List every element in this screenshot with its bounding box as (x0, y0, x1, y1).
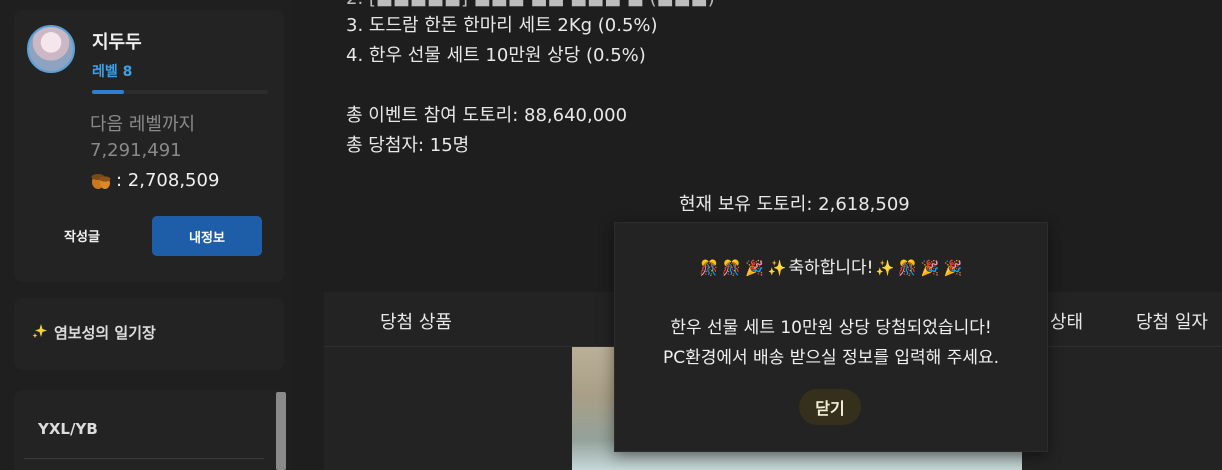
my-posts-button[interactable]: 작성글 (30, 216, 134, 254)
column-header-date: 당첨 일자 (1136, 312, 1208, 333)
sidebar-menu: YXL/YB (14, 390, 284, 470)
username: 지두두 (92, 32, 142, 53)
prize-line-3: 3. 도드람 한돈 한마리 세트 2Kg (0.5%) (346, 15, 658, 36)
confetti-ball-icon: 🎊 (898, 259, 917, 277)
sparkles-icon: ✨ (875, 259, 895, 277)
modal-title-row: 🎊 🎊 🎉 ✨ 축하합니다! ✨ 🎊 🎉 🎉 (615, 253, 1047, 278)
total-acorns: 총 이벤트 참여 도토리: 88,640,000 (346, 105, 628, 126)
sparkles-icon: ✨ (767, 259, 787, 277)
modal-message-prize: 한우 선물 세트 10만원 상당 당첨되었습니다! (670, 318, 992, 338)
prize-line-4: 4. 한우 선물 세트 10만원 상당 (0.5%) (346, 45, 646, 66)
divider (24, 458, 264, 459)
congratulations-modal: 🎊 🎊 🎉 ✨ 축하합니다! ✨ 🎊 🎉 🎉 한우 선물 세트 10만원 상당 당첨되었습니다!… (614, 222, 1048, 452)
sparkles-icon (32, 323, 48, 343)
acorn-count: : 2,708,509 (116, 170, 220, 191)
next-level-value: 7,291,491 (90, 140, 182, 161)
avatar[interactable] (27, 25, 75, 73)
party-popper-icon: 🎉 (745, 259, 764, 277)
level-badge: 레벨 8 (92, 64, 133, 80)
party-popper-icon: 🎉 (920, 259, 940, 277)
acorn-icon (90, 171, 112, 191)
sidebar-item-yxl-yb[interactable]: YXL/YB (38, 420, 98, 438)
acorn-balance: : 2,708,509 (90, 170, 219, 191)
total-winners: 총 당첨자: 15명 (346, 135, 470, 156)
column-header-status: 상태 (1050, 312, 1084, 333)
confetti-ball-icon: 🎊 (722, 259, 742, 277)
sidebar: 지두두 레벨 8 다음 레벨까지 7,291,491 : 2,708,509 작… (0, 0, 290, 470)
prize-line-2: 2. [■■■■■] ■■■ ■■ ■■■ ■ (■■■) (346, 0, 715, 9)
my-info-button[interactable]: 내정보 (152, 216, 262, 256)
close-button[interactable]: 닫기 (799, 389, 861, 425)
next-level-label: 다음 레벨까지 (90, 114, 196, 135)
modal-title: 축하합니다! (788, 258, 874, 278)
level-progress-fill (92, 90, 124, 94)
profile-card: 지두두 레벨 8 다음 레벨까지 7,291,491 : 2,708,509 작… (14, 10, 284, 282)
level-progress-bar (92, 90, 268, 94)
current-balance: 현재 보유 도토리: 2,618,509 (679, 194, 910, 215)
column-header-product: 당첨 상품 (380, 312, 452, 333)
confetti-ball-icon: 🎊 (699, 259, 719, 277)
diary-card: 염보성의 일기장 (14, 298, 284, 370)
sidebar-scrollbar[interactable] (276, 392, 286, 470)
party-popper-icon: 🎉 (943, 259, 963, 277)
diary-label: 염보성의 일기장 (54, 324, 156, 342)
modal-message-instruction: PC환경에서 배송 받으실 정보를 입력해 주세요. (662, 348, 1000, 368)
diary-link[interactable]: 염보성의 일기장 (32, 322, 156, 343)
